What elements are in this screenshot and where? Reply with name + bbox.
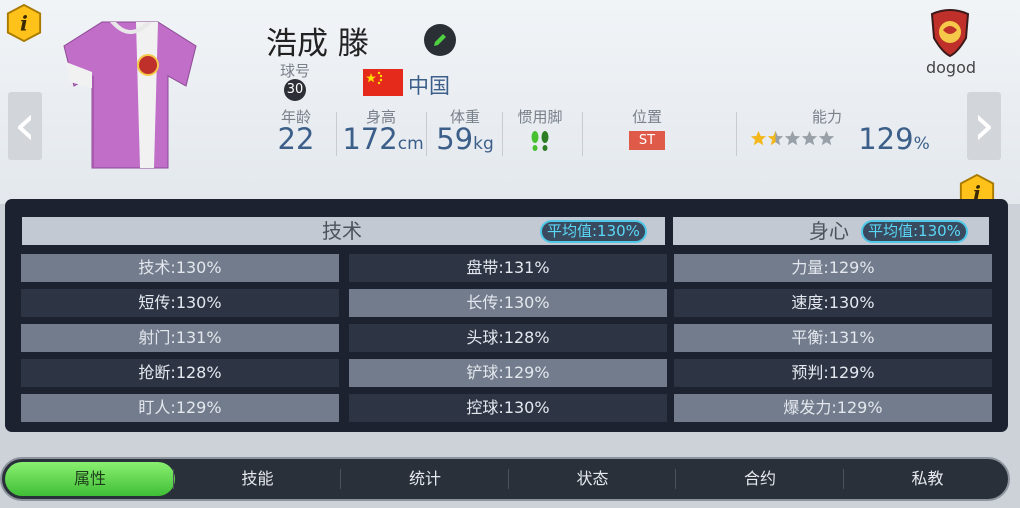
star-icon [767,130,784,146]
divider [336,112,337,156]
stat-cell: 头球:128% [349,324,667,352]
stat-cell: 控球:130% [349,394,667,422]
foot-label: 惯用脚 [517,108,563,126]
stat-cell: 技术:130% [21,254,339,282]
divider [426,112,427,156]
stat-cell: 速度:130% [674,289,992,317]
country-name: 中国 [408,74,450,98]
stat-cell: 盘带:131% [349,254,667,282]
ability-label: 能力 [811,108,842,126]
ability-stars [750,130,840,150]
tab-2[interactable]: 统计 [340,462,510,496]
stat-cell: 预判:129% [674,359,992,387]
position-label: 位置 [631,108,662,126]
height-value: 172cm [342,122,424,156]
club-crest-icon [930,9,970,58]
stat-cell: 盯人:129% [21,394,339,422]
tab-bar: 属性 技能 统计 状态 合约 私教 [0,457,1010,501]
svg-text:i: i [20,11,28,36]
china-flag-icon [363,69,403,96]
shirt-number: 30 [284,79,306,101]
tab-0[interactable]: 属性 [5,462,175,496]
stat-cell: 长传:130% [349,289,667,317]
stat-cell: 力量:129% [674,254,992,282]
stat-cell: 平衡:131% [674,324,992,352]
divider [502,112,503,156]
divider [736,112,737,156]
info-icon[interactable]: i [5,4,43,42]
tab-separator [172,469,174,489]
player-name: 浩成 滕 [266,26,369,62]
jersey-image [63,21,197,169]
body-header: 身心 平均值:130% [673,217,989,245]
stat-cell: 短传:130% [21,289,339,317]
tech-average-badge: 平均值:130% [540,220,647,243]
tab-separator [842,469,844,489]
chevron-right-icon[interactable]: › [967,92,1001,160]
tab-separator [675,469,676,489]
body-title: 身心 [809,219,849,243]
star-icon [750,130,767,146]
age-value: 22 [277,122,315,156]
star-icon [801,130,818,146]
chevron-left-icon[interactable]: ‹ [8,92,42,160]
weight-value: 59kg [436,122,494,156]
tab-3[interactable]: 状态 [508,462,678,496]
tab-1[interactable]: 技能 [173,462,343,496]
tech-header: 技术 平均值:130% [22,217,665,245]
tech-title: 技术 [322,219,362,243]
ability-value: 129% [858,122,930,156]
tab-5[interactable]: 私教 [843,462,1013,496]
stat-cell: 铲球:129% [349,359,667,387]
star-icon [784,130,801,146]
body-average-badge: 平均值:130% [861,220,968,243]
stat-cell: 抢断:128% [21,359,339,387]
stats-panel: 技术 平均值:130% 身心 平均值:130% 技术:130% 盘带:131% 力量… [5,199,1008,432]
position-badge: ST [629,131,665,150]
stat-cell: 射门:131% [21,324,339,352]
star-icon [818,130,835,146]
tab-separator [340,469,341,489]
tab-4[interactable]: 合约 [675,462,845,496]
divider [582,112,583,156]
number-label: 球号 [279,62,310,80]
player-header: i ‹ › 浩成 滕 球号 30 中国 年龄 22 身高 172cm 体重 59… [0,0,1020,212]
tab-separator [507,469,509,489]
edit-icon[interactable] [424,24,456,56]
club-name: dogod [925,58,977,77]
stat-cell: 爆发力:129% [674,394,992,422]
boots-icon [531,131,549,151]
